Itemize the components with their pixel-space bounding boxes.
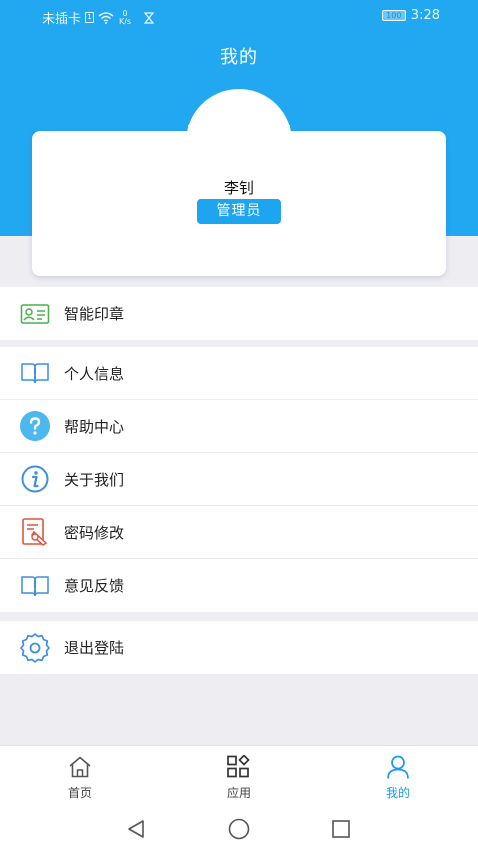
status-time: 3:28 <box>410 8 440 23</box>
menu-group-logout: 退出登陆 <box>0 621 478 674</box>
carrier-text: 未插卡 <box>42 12 82 27</box>
menu-label: 密码修改 <box>64 523 125 542</box>
settings-gear-icon <box>19 632 51 664</box>
status-bar: 未插卡 1 0 K/s 100 3:28 <box>0 0 478 32</box>
seal-card-icon <box>19 298 51 330</box>
menu-item-about-us[interactable]: 关于我们 <box>0 453 478 506</box>
nav-tab-mine[interactable]: 我的 <box>358 754 438 801</box>
help-icon <box>19 410 51 442</box>
nav-label: 首页 <box>67 786 92 800</box>
info-book-icon <box>19 357 51 389</box>
hourglass-icon <box>144 11 155 24</box>
menu-item-help-center[interactable]: 帮助中心 <box>0 400 478 453</box>
nav-label: 我的 <box>385 786 410 800</box>
network-speed-unit: K/s <box>118 16 132 26</box>
recents-square-icon[interactable] <box>331 819 351 839</box>
page-title: 我的 <box>220 47 258 68</box>
feedback-book-icon <box>19 570 51 602</box>
menu-group-seal: 智能印章 <box>0 287 478 340</box>
home-icon <box>40 754 120 780</box>
about-info-icon <box>19 463 51 495</box>
menu-item-personal-info[interactable]: 个人信息 <box>0 347 478 400</box>
system-nav-bar <box>0 808 478 850</box>
menu-label: 退出登陆 <box>64 639 125 657</box>
menu-label: 关于我们 <box>64 470 125 489</box>
menu-label: 智能印章 <box>64 305 125 323</box>
nav-label: 应用 <box>226 786 251 800</box>
network-speed: 0 K/s <box>118 9 132 26</box>
nav-tab-home[interactable]: 首页 <box>40 754 120 801</box>
menu-item-change-password[interactable]: 密码修改 <box>0 506 478 559</box>
menu-label: 意见反馈 <box>64 577 125 595</box>
nav-tab-apps[interactable]: 应用 <box>199 754 279 801</box>
menu-item-logout[interactable]: 退出登陆 <box>0 621 478 674</box>
menu-label: 个人信息 <box>64 364 125 383</box>
user-icon <box>358 754 438 780</box>
status-right: 100 3:28 <box>381 8 440 23</box>
menu-label: 帮助中心 <box>64 417 125 436</box>
role-badge: 管理员 <box>197 199 281 224</box>
back-icon[interactable] <box>126 819 146 839</box>
apps-grid-icon <box>199 754 279 780</box>
password-edit-icon <box>19 516 51 548</box>
home-circle-icon[interactable] <box>228 818 250 840</box>
status-left: 未插卡 1 0 K/s <box>42 8 155 27</box>
bottom-nav: 首页 应用 我的 <box>0 745 478 808</box>
menu-group-main: 个人信息 帮助中心 关于我们 密码修改 意见反馈 <box>0 347 478 612</box>
menu-item-smart-seal[interactable]: 智能印章 <box>0 287 478 340</box>
menu-item-feedback[interactable]: 意见反馈 <box>0 559 478 612</box>
user-name: 李钊 <box>223 179 254 197</box>
sim-icon: 1 <box>85 12 95 23</box>
avatar-base <box>188 125 290 155</box>
wifi-icon <box>98 11 114 24</box>
battery-icon: 100 <box>381 10 406 21</box>
